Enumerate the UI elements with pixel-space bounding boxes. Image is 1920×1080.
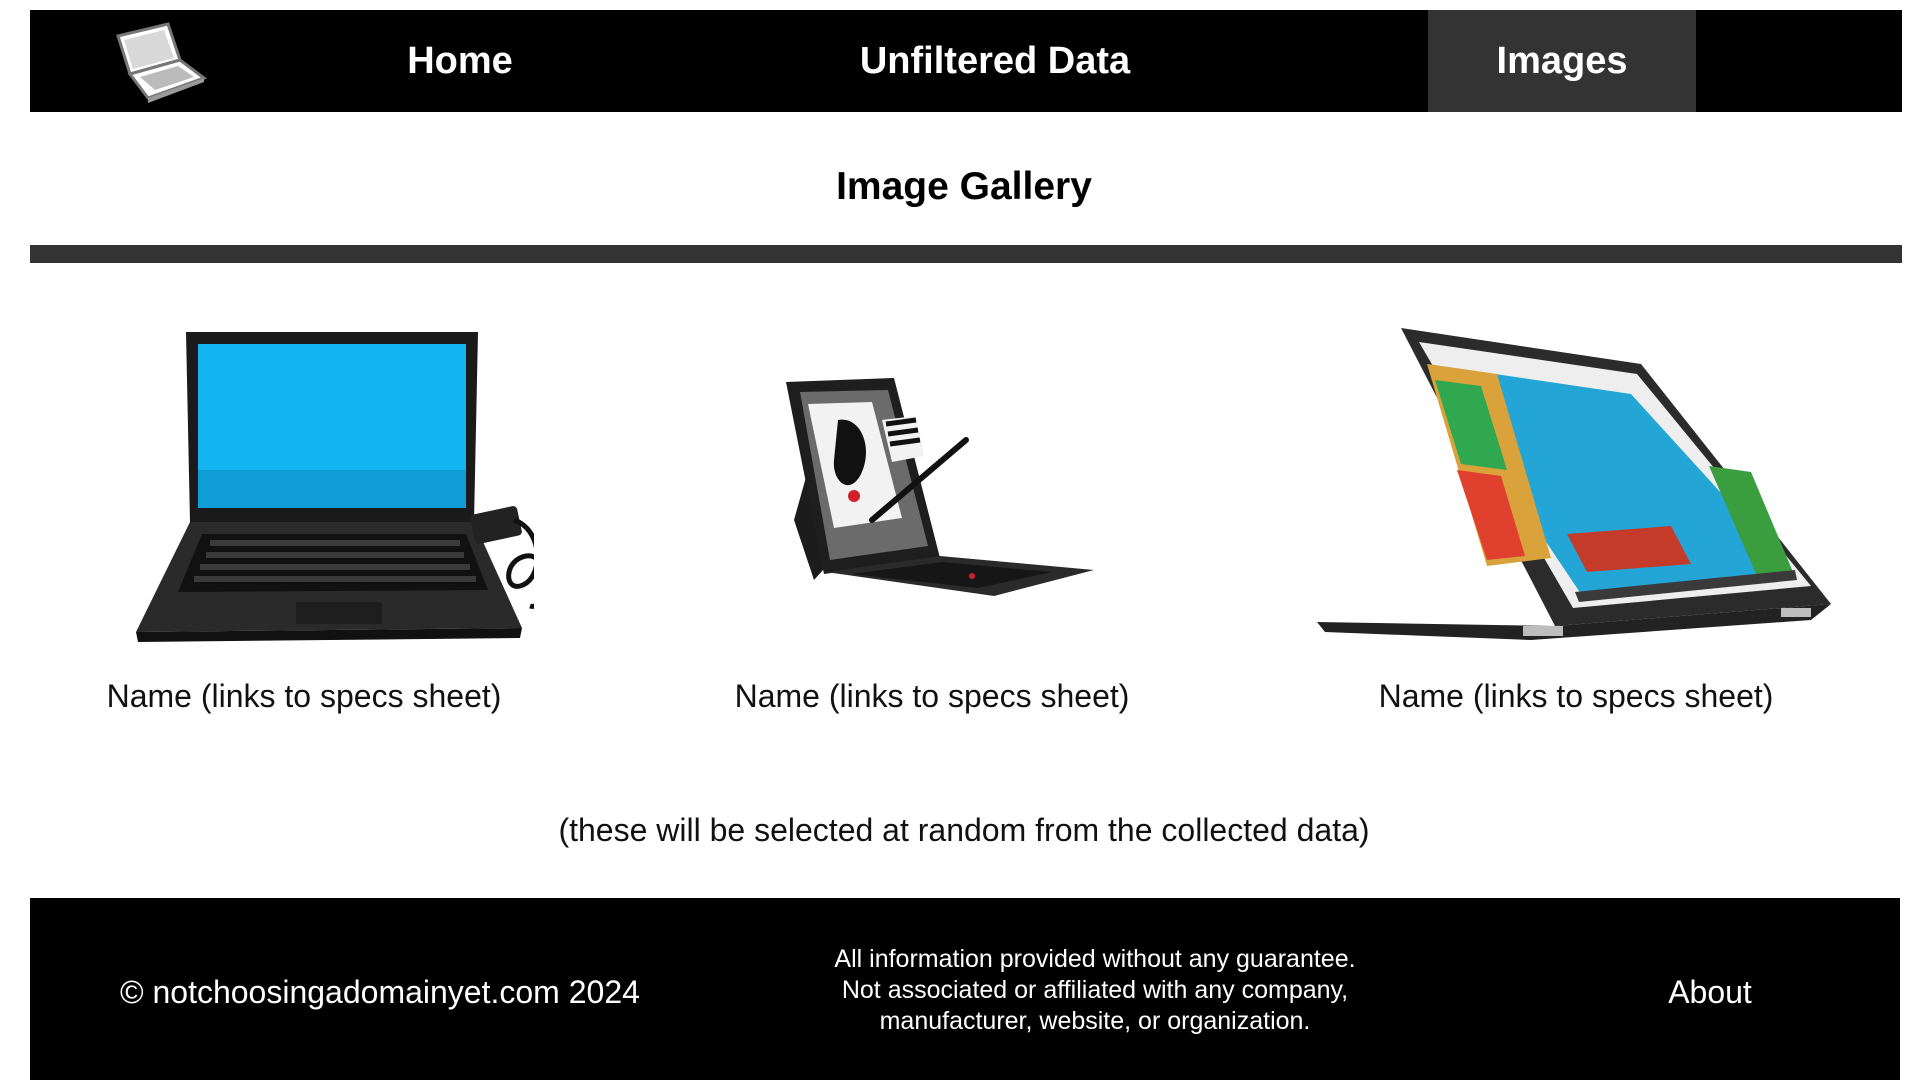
gallery-caption-link[interactable]: Name (links to specs sheet): [662, 678, 1202, 715]
gallery-item: Name (links to specs sheet): [662, 320, 1202, 715]
gallery-caption-link[interactable]: Name (links to specs sheet): [1306, 678, 1846, 715]
nav-unfiltered-data[interactable]: Unfiltered Data: [770, 10, 1220, 112]
footer: © notchoosingadomainyet.com 2024 All inf…: [30, 898, 1900, 1080]
nav-home[interactable]: Home: [330, 10, 590, 112]
navbar: Home Unfiltered Data Images: [30, 10, 1902, 112]
random-selection-note: (these will be selected at random from t…: [558, 812, 1370, 848]
convertible-yoga-image[interactable]: [1311, 320, 1841, 650]
page-title: Image Gallery: [836, 165, 1092, 208]
disclaimer: All information provided without any gua…: [790, 944, 1400, 1037]
gallery-caption-link[interactable]: Name (links to specs sheet): [34, 678, 574, 715]
nav-images[interactable]: Images: [1428, 10, 1696, 112]
about-link[interactable]: About: [1630, 898, 1790, 1080]
disclaimer-line: All information provided without any gua…: [834, 945, 1356, 973]
gallery-item: Name (links to specs sheet): [34, 320, 574, 715]
page: Home Unfiltered Data Images Image Galler…: [0, 0, 1920, 1080]
laptop-thinkpad-image[interactable]: [74, 320, 534, 650]
title-divider: [30, 245, 1902, 263]
copyright-text: © notchoosingadomainyet.com 2024: [120, 973, 640, 1010]
gallery-item: Name (links to specs sheet): [1306, 320, 1846, 715]
tablet-x1-image[interactable]: [702, 320, 1162, 650]
disclaimer-line: Not associated or affiliated with any co…: [841, 976, 1349, 1004]
disclaimer-line: manufacturer, website, or organization.: [879, 1007, 1311, 1035]
laptop-icon[interactable]: [100, 14, 224, 108]
